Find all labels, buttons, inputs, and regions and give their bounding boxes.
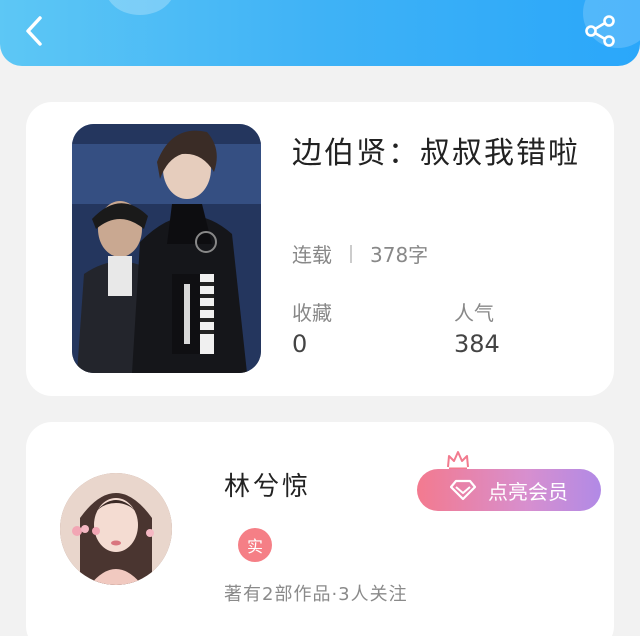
author-meta: 著有2部作品·3人关注 [224, 584, 408, 605]
word-count: 378字 [370, 243, 429, 267]
activate-vip-button[interactable]: 点亮会员 [417, 469, 601, 511]
top-header [0, 0, 640, 66]
diamond-icon [450, 479, 476, 501]
author-card: 林兮惊 实 著有2部作品·3人关注 点亮会员 [26, 422, 614, 636]
book-status-row: 连载 378字 [292, 239, 428, 268]
divider [350, 244, 352, 263]
favorites-value: 0 [292, 330, 308, 358]
vip-button-label: 点亮会员 [488, 479, 568, 504]
verified-badge: 实 [238, 528, 272, 562]
author-name[interactable]: 林兮惊 [224, 466, 311, 503]
favorites-label: 收藏 [292, 301, 332, 325]
book-title: 边伯贤：叔叔我错啦 [292, 136, 580, 171]
popularity-label: 人气 [454, 301, 494, 325]
share-icon [585, 15, 615, 47]
crown-icon [447, 451, 469, 470]
popularity-value: 384 [454, 330, 500, 358]
author-avatar[interactable] [60, 473, 172, 585]
back-chevron-icon [26, 16, 42, 46]
header-decoration [105, 0, 175, 15]
serial-status: 连载 [292, 243, 332, 267]
book-cover-image[interactable] [72, 124, 261, 373]
book-info-card: 边伯贤：叔叔我错啦 连载 378字 收藏 0 人气 384 [26, 102, 614, 396]
share-button[interactable] [583, 14, 617, 48]
back-button[interactable] [18, 14, 52, 48]
